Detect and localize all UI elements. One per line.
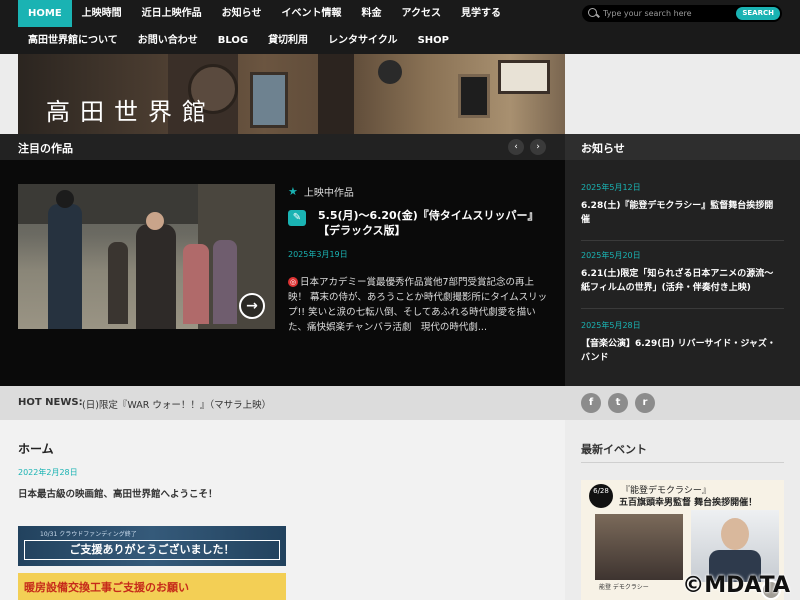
- rss-icon[interactable]: r: [635, 393, 655, 413]
- news-item[interactable]: 2025年5月20日 6.21(土)限定「知られざる日本アニメの源流～紙フィルム…: [581, 250, 781, 295]
- featured-description-text: 日本アカデミー賞最優秀作品賞他7部門受賞記念の再上映！ 幕末の侍が、あろうことか…: [288, 277, 548, 333]
- events-divider: [581, 462, 784, 463]
- award-icon: ◎: [288, 277, 298, 287]
- nav-item-shop[interactable]: SHOP: [408, 27, 459, 54]
- nav-item-about[interactable]: 高田世界館について: [18, 27, 128, 54]
- home-title: ホーム: [18, 442, 54, 456]
- hot-news-label: HOT NEWS:: [18, 397, 83, 408]
- nav-item-news[interactable]: お知らせ: [212, 0, 272, 27]
- nav-item-rental[interactable]: 貸切利用: [258, 27, 318, 54]
- nav-item-home[interactable]: HOME: [18, 0, 72, 27]
- nav-item-contact[interactable]: お問い合わせ: [128, 27, 208, 54]
- featured-next-arrow-icon[interactable]: →: [239, 293, 265, 319]
- pencil-icon: ✎: [288, 210, 306, 226]
- news-divider: [581, 308, 784, 309]
- featured-next-button[interactable]: ›: [530, 139, 546, 155]
- featured-header: 注目の作品 ‹ ›: [0, 134, 565, 160]
- nav-row-primary: HOME 上映時間 近日上映作品 お知らせ イベント情報 料金 アクセス 見学す…: [18, 0, 511, 27]
- news-link[interactable]: 【音楽公演】6.29(日) リバーサイド・ジャズ・バンド: [581, 337, 781, 365]
- events-heading: 最新イベント: [581, 443, 647, 456]
- event-subtitle: 五百旗頭幸男監督 舞台挨拶開催！: [619, 498, 758, 508]
- banner-message: ご支援ありがとうございました！: [24, 540, 280, 560]
- heating-support-banner[interactable]: 暖房設備交換工事ご支援のお願い: [18, 573, 286, 600]
- nav-item-blog[interactable]: BLOG: [208, 27, 258, 54]
- news-date: 2025年5月20日: [581, 251, 641, 260]
- nav-item-upcoming[interactable]: 近日上映作品: [132, 0, 212, 27]
- featured-date: 2025年3月19日: [288, 250, 348, 259]
- event-photo: [595, 514, 683, 580]
- event-date-badge: 6/28: [589, 484, 613, 508]
- featured-description: ◎ 日本アカデミー賞最優秀作品賞他7部門受賞記念の再上映！ 幕末の侍が、あろうこと…: [288, 275, 550, 335]
- site-banner[interactable]: 高田世界館: [18, 54, 565, 134]
- event-footer-text: 能登 デモクラシー: [599, 584, 649, 591]
- social-bar: f t r: [565, 386, 800, 420]
- banner-caption: 10/31 クラウドファンディング終了: [40, 531, 137, 538]
- home-welcome: 日本最古級の映画館、高田世界館へようこそ！: [18, 489, 218, 500]
- nav-item-showtimes[interactable]: 上映時間: [72, 0, 132, 27]
- news-header: お知らせ: [565, 134, 800, 160]
- featured-heading: 注目の作品: [18, 142, 73, 155]
- news-link[interactable]: 6.28(土)『能登デモクラシー』監督舞台挨拶開催: [581, 199, 781, 227]
- news-date: 2025年5月12日: [581, 183, 641, 192]
- twitter-icon[interactable]: t: [608, 393, 628, 413]
- copyright-watermark: ©MDATA: [682, 573, 790, 598]
- banner-message: 暖房設備交換工事ご支援のお願い: [24, 581, 189, 594]
- director-photo: [691, 510, 779, 582]
- news-list: 2025年5月12日 6.28(土)『能登デモクラシー』監督舞台挨拶開催 202…: [565, 160, 800, 386]
- top-navigation: HOME 上映時間 近日上映作品 お知らせ イベント情報 料金 アクセス 見学す…: [0, 0, 800, 54]
- news-item[interactable]: 2025年5月12日 6.28(土)『能登デモクラシー』監督舞台挨拶開催: [581, 182, 781, 227]
- nav-item-rental-cycle[interactable]: レンタサイクル: [318, 27, 408, 54]
- nav-row-secondary: 高田世界館について お問い合わせ BLOG 貸切利用 レンタサイクル SHOP: [18, 27, 459, 54]
- home-section: ホーム 2022年2月28日 日本最古級の映画館、高田世界館へようこそ！ 10/…: [0, 420, 565, 600]
- featured-category: ★ 上映中作品: [288, 184, 354, 199]
- facebook-icon[interactable]: f: [581, 393, 601, 413]
- crowdfunding-thanks-banner[interactable]: 10/31 クラウドファンディング終了 ご支援ありがとうございました！: [18, 526, 286, 566]
- banner-title: 高田世界館: [46, 98, 216, 126]
- featured-title[interactable]: 5.5(月)～6.20(金)『侍タイムスリッパー』【デラックス版】: [318, 208, 550, 238]
- star-icon: ★: [288, 185, 298, 198]
- hot-news-ticker[interactable]: (日)限定『WAR ウォー！！』（マサラ上映）: [82, 397, 271, 411]
- news-divider: [581, 240, 784, 241]
- search-button[interactable]: SEARCH: [736, 7, 780, 20]
- nav-item-access[interactable]: アクセス: [391, 0, 451, 27]
- nav-item-pricing[interactable]: 料金: [351, 0, 391, 27]
- search-input[interactable]: [603, 9, 743, 18]
- news-item[interactable]: 2025年5月28日 【音楽公演】6.29(日) リバーサイド・ジャズ・バンド: [581, 320, 781, 365]
- news-date: 2025年5月28日: [581, 321, 641, 330]
- featured-image[interactable]: →: [18, 184, 275, 329]
- news-heading: お知らせ: [581, 142, 625, 155]
- featured-prev-button[interactable]: ‹: [508, 139, 524, 155]
- home-date: 2022年2月28日: [18, 468, 78, 477]
- featured-category-label[interactable]: 上映中作品: [304, 184, 354, 199]
- nav-item-tour[interactable]: 見学する: [451, 0, 511, 27]
- news-link[interactable]: 6.21(土)限定「知られざる日本アニメの源流～紙フィルムの世界」(活弁・伴奏付…: [581, 267, 781, 295]
- search-icon: [588, 8, 599, 19]
- header-right-space: [565, 54, 800, 134]
- nav-item-events[interactable]: イベント情報: [271, 0, 351, 27]
- hot-news-bar: HOT NEWS: (日)限定『WAR ウォー！！』（マサラ上映）: [0, 386, 565, 420]
- search-box: SEARCH: [582, 5, 782, 22]
- featured-section: → ★ 上映中作品 ✎ 5.5(月)～6.20(金)『侍タイムスリッパー』【デラ…: [0, 160, 565, 386]
